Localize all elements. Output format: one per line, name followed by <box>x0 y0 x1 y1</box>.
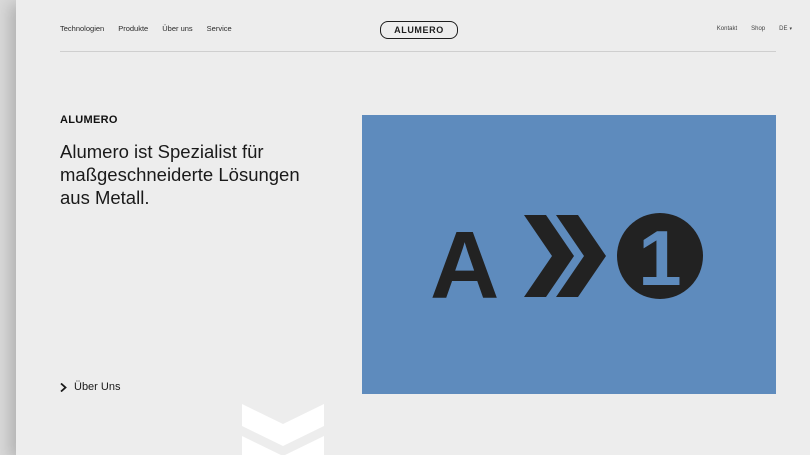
nav-produkte[interactable]: Produkte <box>118 24 148 33</box>
brand-letter: A <box>430 212 499 319</box>
browser-page: Technologien Produkte Über uns Service A… <box>16 0 810 455</box>
language-label: DE <box>779 26 788 32</box>
header-divider <box>60 51 776 52</box>
chevron-down-icon: ▾ <box>789 26 792 32</box>
brand-number: 1 <box>638 214 681 302</box>
hero-headline: Alumero ist Spezialist für maßgeschneide… <box>60 141 300 208</box>
utility-menu: Kontakt Shop DE ▾ <box>717 26 792 32</box>
ueber-uns-link-label: Über Uns <box>74 381 121 393</box>
language-selector[interactable]: DE ▾ <box>779 26 792 32</box>
alumero-logo[interactable]: ALUMERO <box>380 21 458 39</box>
main-menu: Technologien Produkte Über uns Service <box>60 24 232 33</box>
nav-kontakt[interactable]: Kontakt <box>717 26 737 32</box>
chevron-right-icon <box>60 382 67 392</box>
double-chevron-icon <box>524 215 606 297</box>
top-navigation: Technologien Produkte Über uns Service A… <box>16 0 810 56</box>
decorative-chevron-icon <box>242 404 324 455</box>
hero-image: A 1 <box>362 115 776 394</box>
a1-brand-graphic: A 1 <box>430 212 703 319</box>
nav-technologien[interactable]: Technologien <box>60 24 104 33</box>
nav-ueber-uns[interactable]: Über uns <box>162 24 192 33</box>
nav-service[interactable]: Service <box>207 24 232 33</box>
nav-shop[interactable]: Shop <box>751 26 765 32</box>
hero-eyebrow: ALUMERO <box>60 114 118 126</box>
ueber-uns-link[interactable]: Über Uns <box>60 381 120 393</box>
